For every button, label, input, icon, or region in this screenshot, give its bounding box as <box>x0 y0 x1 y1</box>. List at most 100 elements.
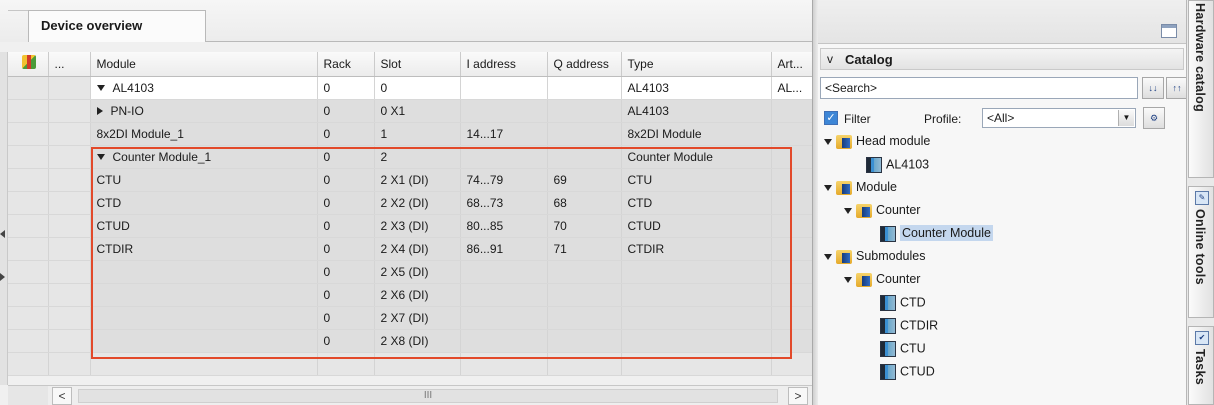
cell-i-address: 68...73 <box>460 191 548 215</box>
column-header-icon[interactable] <box>8 52 49 77</box>
cell-art <box>771 168 813 192</box>
tree-node[interactable]: CTDIR <box>880 318 938 340</box>
maximize-icon[interactable] <box>1161 24 1177 38</box>
cell-q-address <box>547 145 622 169</box>
tab-tasks[interactable]: ✔ Tasks <box>1188 326 1214 405</box>
scroll-right-button[interactable]: > <box>788 387 808 405</box>
gutter-right-arrow-icon <box>0 273 5 281</box>
table-row[interactable]: 0 2 X5 (DI) <box>8 260 813 284</box>
expand-down-icon[interactable] <box>844 207 852 214</box>
profile-value: <All> <box>987 111 1015 125</box>
column-header-slot[interactable]: Slot <box>374 52 461 77</box>
column-header-module[interactable]: Module <box>90 52 318 77</box>
expand-down-icon[interactable] <box>824 184 832 191</box>
column-header-rack[interactable]: Rack <box>317 52 375 77</box>
dropdown-arrow-icon[interactable]: ▼ <box>1118 110 1134 126</box>
folder-icon <box>856 203 872 218</box>
table-row[interactable]: 8x2DI Module_1 0 1 14...17 8x2DI Module <box>8 122 813 146</box>
cell-module[interactable]: CTD <box>90 191 318 215</box>
cell-i-address <box>460 329 548 353</box>
tree-node[interactable]: Module <box>824 180 897 202</box>
table-row[interactable] <box>8 352 813 376</box>
horizontal-scrollbar[interactable]: < III > <box>48 385 812 405</box>
tree-node[interactable]: AL4103 <box>866 157 929 179</box>
profile-settings-icon[interactable]: ⚙ <box>1143 107 1165 129</box>
table-row[interactable]: CTU 0 2 X1 (DI) 74...79 69 CTU <box>8 168 813 192</box>
cell-i-address: 80...85 <box>460 214 548 238</box>
cell-type: 8x2DI Module <box>621 122 772 146</box>
table-row[interactable]: 0 2 X8 (DI) <box>8 329 813 353</box>
cell-module[interactable]: CTU <box>90 168 318 192</box>
expand-right-icon[interactable] <box>96 107 103 116</box>
column-header-more[interactable]: ... <box>48 52 91 77</box>
table-row[interactable]: 0 2 X7 (DI) <box>8 306 813 330</box>
search-up-icon[interactable]: ↑↑ <box>1166 77 1188 99</box>
cell-slot: 2 X5 (DI) <box>374 260 461 284</box>
expand-down-icon[interactable] <box>824 138 832 145</box>
cell-module[interactable]: 8x2DI Module_1 <box>90 122 318 146</box>
filter-row: ✓ Filter Profile: <All> ▼ ⚙ <box>824 107 1182 130</box>
cell-module[interactable] <box>90 352 318 376</box>
expand-down-icon[interactable] <box>96 85 105 92</box>
catalog-search-input[interactable]: <Search> <box>820 77 1138 99</box>
cell-module[interactable]: AL4103 <box>90 76 318 100</box>
catalog-header[interactable]: v Catalog <box>820 48 1184 70</box>
cell-q-address <box>547 352 622 376</box>
module-text: CTUD <box>96 218 130 233</box>
tree-node[interactable]: Head module <box>824 134 930 156</box>
table-row[interactable]: PN-IO 0 0 X1 AL4103 <box>8 99 813 123</box>
expand-down-icon[interactable] <box>96 154 105 161</box>
filter-checkbox[interactable]: ✓ <box>824 111 838 125</box>
table-row[interactable]: AL4103 0 0 AL4103 AL... <box>8 76 813 100</box>
row-gutter <box>0 52 8 385</box>
table-row[interactable]: 0 2 X6 (DI) <box>8 283 813 307</box>
tab-device-overview[interactable]: Device overview <box>28 10 206 42</box>
cell-slot: 0 X1 <box>374 99 461 123</box>
i-address-text: 80...85 <box>466 218 504 233</box>
tree-node[interactable]: Counter <box>844 203 920 225</box>
column-header-i-address[interactable]: I address <box>460 52 548 77</box>
cell-module[interactable] <box>90 283 318 307</box>
cell-module[interactable]: CTUD <box>90 214 318 238</box>
scroll-left-button[interactable]: < <box>52 387 72 405</box>
module-icon <box>866 157 882 173</box>
cell-module[interactable] <box>90 329 318 353</box>
online-tools-icon: ✎ <box>1195 191 1209 205</box>
table-row[interactable]: CTDIR 0 2 X4 (DI) 86...91 71 CTDIR <box>8 237 813 261</box>
tree-node[interactable]: CTU <box>880 341 926 363</box>
tab-hardware-catalog[interactable]: Hardware catalog <box>1188 0 1214 178</box>
row-gutter-cell <box>48 352 91 376</box>
row-gutter-cell <box>48 237 91 261</box>
cell-slot: 2 X1 (DI) <box>374 168 461 192</box>
tasks-icon: ✔ <box>1195 331 1209 345</box>
cell-module[interactable]: PN-IO <box>90 99 318 123</box>
scroll-thumb[interactable]: III <box>78 389 778 403</box>
slot-text: 2 <box>380 149 388 164</box>
search-down-icon[interactable]: ↓↓ <box>1142 77 1164 99</box>
profile-select[interactable]: <All> ▼ <box>982 108 1136 128</box>
tree-node[interactable]: CTD <box>880 295 926 317</box>
cell-i-address <box>460 306 548 330</box>
table-row[interactable]: Counter Module_1 0 2 Counter Module <box>8 145 813 169</box>
column-header-type[interactable]: Type <box>621 52 772 77</box>
tree-node[interactable]: Submodules <box>824 249 926 271</box>
tab-online-tools[interactable]: ✎ Online tools <box>1188 186 1214 318</box>
expand-down-icon[interactable] <box>824 253 832 260</box>
rack-text: 0 <box>323 218 331 233</box>
expand-down-icon[interactable] <box>844 276 852 283</box>
column-header-art[interactable]: Art... <box>771 52 813 77</box>
table-row[interactable]: CTUD 0 2 X3 (DI) 80...85 70 CTUD <box>8 214 813 238</box>
type-text: 8x2DI Module <box>627 126 702 141</box>
table-row[interactable]: CTD 0 2 X2 (DI) 68...73 68 CTD <box>8 191 813 215</box>
column-header-q-address[interactable]: Q address <box>547 52 622 77</box>
cell-module[interactable]: Counter Module_1 <box>90 145 318 169</box>
cell-module[interactable]: CTDIR <box>90 237 318 261</box>
cell-module[interactable] <box>90 260 318 284</box>
cell-module[interactable] <box>90 306 318 330</box>
tree-node[interactable]: Counter Module <box>880 225 993 248</box>
cell-i-address <box>460 145 548 169</box>
tree-node[interactable]: CTUD <box>880 364 935 386</box>
tree-node[interactable]: Counter <box>844 272 920 294</box>
cell-rack: 0 <box>317 306 375 330</box>
cell-type: Counter Module <box>621 145 772 169</box>
